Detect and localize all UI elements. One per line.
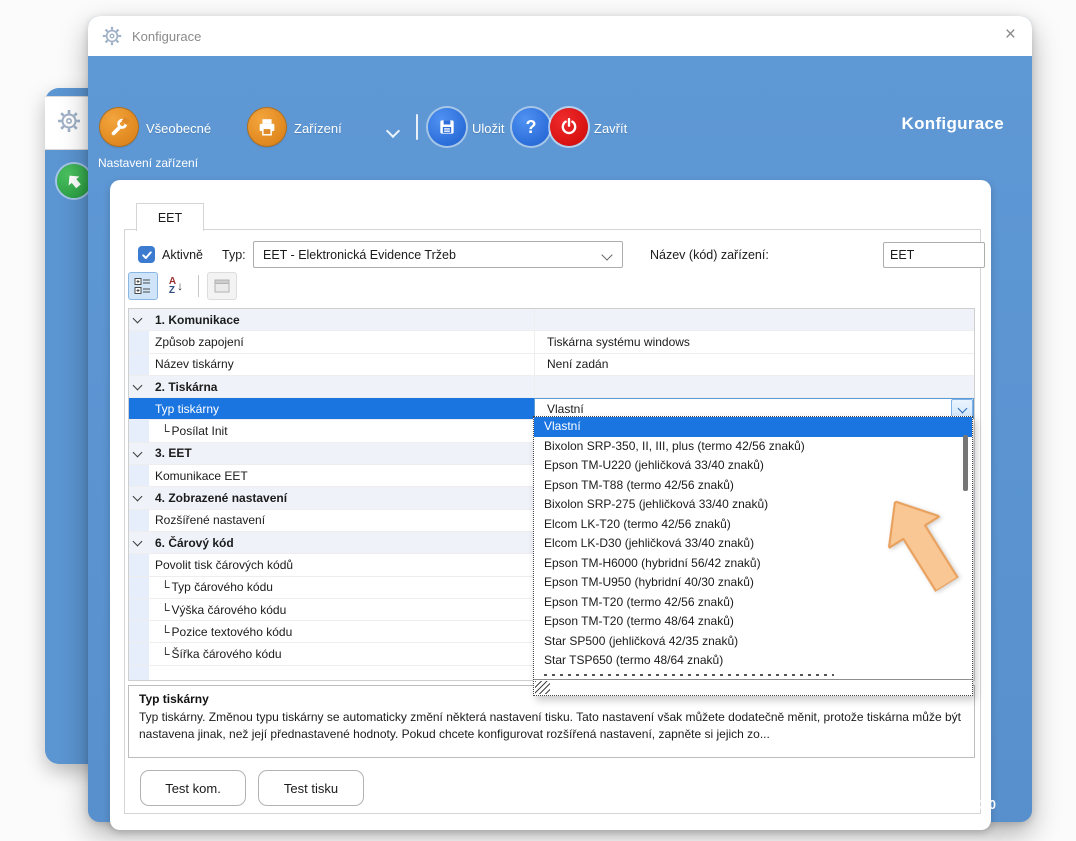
- description-text: Typ tiskárny. Změnou typu tiskárny se au…: [139, 709, 964, 744]
- gear-icon: [102, 26, 122, 46]
- dropdown-item[interactable]: Vlastní: [534, 417, 972, 437]
- property-pages-button: [207, 272, 237, 300]
- grid-row[interactable]: 2. Tiskárna: [129, 376, 974, 398]
- breadcrumb: Nastavení zařízení: [98, 156, 198, 170]
- property-value-cell[interactable]: [534, 309, 974, 330]
- property-name-cell[interactable]: 4. Zobrazené nastavení: [129, 487, 534, 508]
- property-name-cell[interactable]: Komunikace EET: [129, 465, 534, 486]
- version-label: v.5.10.83.0: [934, 798, 996, 812]
- typ-combobox-value: EET - Elektronická Evidence Tržeb: [263, 248, 456, 262]
- floppy-icon: [437, 117, 457, 137]
- chevron-down-icon[interactable]: [133, 447, 143, 457]
- dropdown-item[interactable]: [534, 671, 972, 679]
- grid-row[interactable]: Způsob zapojení Tiskárna systému windows: [129, 331, 974, 353]
- window-title: Konfigurace: [132, 29, 201, 44]
- dropdown-item[interactable]: Epson TM-T88 (termo 42/56 znaků): [534, 476, 972, 496]
- dialog-header: Konfigurace: [902, 114, 1004, 134]
- nazev-input[interactable]: [883, 242, 985, 268]
- test-kom-button[interactable]: Test kom.: [140, 770, 246, 806]
- aktivne-label: Aktivně: [162, 248, 203, 262]
- typ-combobox[interactable]: EET - Elektronická Evidence Tržeb: [253, 241, 623, 268]
- property-name-cell[interactable]: 3. EET: [129, 443, 534, 464]
- categorized-icon: [134, 277, 152, 295]
- property-pages-icon: [214, 279, 230, 293]
- aktivne-checkbox[interactable]: [138, 246, 155, 263]
- chevron-down-icon[interactable]: [133, 314, 143, 324]
- dropdown-scrollbar[interactable]: [963, 435, 968, 491]
- toolbar-separator: [416, 114, 418, 140]
- zavrit-button[interactable]: [550, 108, 588, 146]
- test-tisku-button[interactable]: Test tisku: [258, 770, 364, 806]
- check-icon: [141, 249, 153, 261]
- grid-row[interactable]: Název tiskárny Není zadán: [129, 354, 974, 376]
- toolbar-separator: [198, 275, 199, 297]
- property-name-cell[interactable]: Povolit tisk čárových kódů: [129, 554, 534, 575]
- ulozit-label[interactable]: Uložit: [472, 121, 505, 136]
- property-name-cell[interactable]: Posílat Init: [129, 420, 534, 441]
- chevron-down-icon[interactable]: [133, 492, 143, 502]
- title-bar[interactable]: Konfigurace ×: [88, 16, 1032, 57]
- dropdown-item[interactable]: Star TSP650 (termo 48/64 znaků): [534, 651, 972, 671]
- property-name-cell[interactable]: Rozšířené nastavení: [129, 510, 534, 531]
- tab-eet[interactable]: EET: [136, 203, 204, 231]
- power-icon: [559, 117, 579, 137]
- chevron-down-icon[interactable]: [601, 249, 612, 260]
- chevron-down-icon[interactable]: [133, 537, 143, 547]
- dropdown-resize-grip[interactable]: [534, 679, 972, 695]
- zarizeni-button[interactable]: [248, 108, 286, 146]
- dropdown-item[interactable]: Epson TM-U220 (jehličková 33/40 znaků): [534, 456, 972, 476]
- nazev-label: Název (kód) zařízení:: [650, 248, 769, 262]
- typ-label: Typ:: [222, 248, 246, 262]
- property-value-cell[interactable]: Není zadán: [534, 354, 974, 375]
- categorized-view-button[interactable]: [128, 272, 158, 300]
- screen: Konfigurace × Všeobecné Zařízení: [0, 0, 1076, 841]
- property-name-cell[interactable]: 2. Tiskárna: [129, 376, 534, 397]
- dropdown-item[interactable]: Bixolon SRP-350, II, III, plus (termo 42…: [534, 437, 972, 457]
- property-name-cell[interactable]: Název tiskárny: [129, 354, 534, 375]
- property-name-cell[interactable]: Způsob zapojení: [129, 331, 534, 352]
- chevron-down-icon[interactable]: [133, 380, 143, 390]
- help-button[interactable]: ?: [512, 108, 550, 146]
- dialog-body: Všeobecné Zařízení U: [88, 56, 1032, 822]
- property-name-cell[interactable]: Výška čárového kódu: [129, 599, 534, 620]
- property-name-cell[interactable]: 6. Čárový kód: [129, 532, 534, 553]
- property-name-cell[interactable]: 1. Komunikace: [129, 309, 534, 330]
- konfigurace-dialog: Konfigurace × Všeobecné Zařízení: [88, 16, 1032, 822]
- property-value-cell[interactable]: Tiskárna systému windows: [534, 331, 974, 352]
- question-icon: ?: [526, 117, 537, 138]
- property-description: Typ tiskárny Typ tiskárny. Změnou typu t…: [128, 685, 975, 758]
- property-name-cell[interactable]: Šířka čárového kódu: [129, 643, 534, 664]
- content-panel: EET Aktivně Typ: EET - Elektronická Evid…: [110, 180, 991, 830]
- green-arrow-icon[interactable]: [57, 164, 91, 198]
- chevron-down-icon[interactable]: [386, 124, 400, 138]
- propertygrid-toolbar: AZ↓: [128, 272, 241, 300]
- vseobecne-label[interactable]: Všeobecné: [146, 121, 211, 136]
- zavrit-label[interactable]: Zavřít: [594, 121, 627, 136]
- property-name-cell[interactable]: Typ čárového kódu: [129, 577, 534, 598]
- vseobecne-button[interactable]: [100, 108, 138, 146]
- dropdown-item[interactable]: Epson TM-T20 (termo 48/64 znaků): [534, 612, 972, 632]
- dropdown-item[interactable]: Star SP500 (jehličková 42/35 znaků): [534, 632, 972, 652]
- property-name-cell[interactable]: Typ tiskárny: [129, 398, 534, 419]
- sort-alphabetical-button[interactable]: AZ↓: [162, 273, 190, 299]
- printer-icon: [256, 116, 278, 138]
- dropdown-item[interactable]: Epson TM-T20 (termo 42/56 znaků): [534, 593, 972, 613]
- zarizeni-label[interactable]: Zařízení: [294, 121, 342, 136]
- property-value-cell[interactable]: [534, 376, 974, 397]
- gear-icon: [57, 109, 81, 133]
- sort-az-icon: AZ↓: [169, 277, 183, 295]
- ulozit-button[interactable]: [428, 108, 466, 146]
- grid-row[interactable]: 1. Komunikace: [129, 309, 974, 331]
- property-name-cell[interactable]: Pozice textového kódu: [129, 621, 534, 642]
- close-icon[interactable]: ×: [1005, 24, 1016, 46]
- wrench-icon: [108, 116, 130, 138]
